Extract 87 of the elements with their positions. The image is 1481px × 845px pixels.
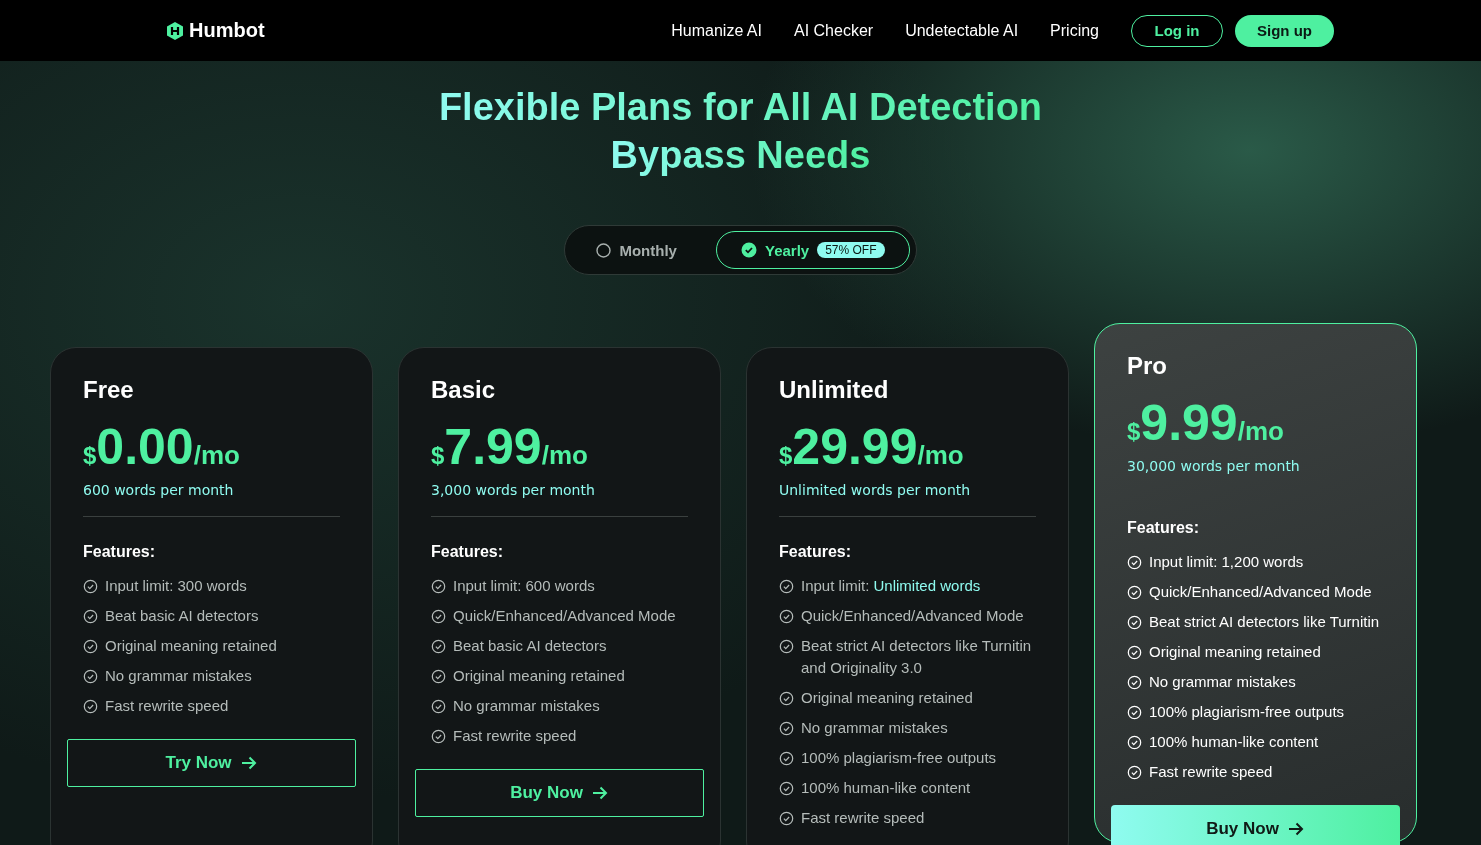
feature-text: Input limit: 600 words <box>453 576 595 596</box>
feature-text: Fast rewrite speed <box>801 808 925 828</box>
arrow-right-icon <box>590 785 609 801</box>
plan-name: Basic <box>431 376 497 404</box>
check-circle-icon <box>779 781 794 796</box>
nav-link[interactable]: Pricing <box>1050 21 1099 40</box>
feature-text: Fast rewrite speed <box>453 726 577 746</box>
check-circle-icon <box>431 639 446 654</box>
check-circle-icon <box>779 751 794 766</box>
check-circle-icon <box>1127 675 1142 690</box>
plan-name: Unlimited <box>779 376 890 404</box>
feature-text: Beat basic AI detectors <box>453 636 607 656</box>
check-circle-icon <box>1127 615 1142 630</box>
feature-text: 100% human-like content <box>801 778 971 798</box>
check-circle-icon <box>431 579 446 594</box>
feature-text: Original meaning retained <box>1149 642 1321 662</box>
feature-text: Original meaning retained <box>453 666 625 686</box>
check-circle-icon <box>1127 585 1142 600</box>
feature-text: Beat strict AI detectors like Turnitin <box>1149 612 1380 632</box>
word-quota: 30,000 words per month <box>1127 458 1301 474</box>
check-circle-icon <box>431 729 446 744</box>
plan-button[interactable]: Buy Now <box>415 769 704 817</box>
check-circle-icon <box>83 669 98 684</box>
feature-text: Beat basic AI detectors <box>105 606 259 626</box>
plan-price: $7.99/mo <box>431 420 588 474</box>
check-circle-icon <box>83 609 98 624</box>
feature-text: Input limit: 1,200 words <box>1149 552 1304 572</box>
feature-text: Quick/Enhanced/Advanced Mode <box>801 606 1024 626</box>
feature-text: No grammar mistakes <box>453 696 600 716</box>
feature-text: 100% plagiarism-free outputs <box>801 748 997 768</box>
plan-price: $9.99/mo <box>1127 396 1284 450</box>
check-circle-icon <box>740 242 757 258</box>
check-circle-icon <box>1127 705 1142 720</box>
feature-text: Input limit: 300 words <box>105 576 247 596</box>
check-circle-icon <box>1127 765 1142 780</box>
features-heading: Features: <box>779 543 853 561</box>
feature-text: No grammar mistakes <box>105 666 252 686</box>
feature-text: Beat strict AI detectors like Turnitin and Originality 3.0 <box>801 636 1033 678</box>
plan-button[interactable]: Buy Now <box>1111 805 1400 845</box>
feature-text: No grammar mistakes <box>801 718 948 738</box>
feature-text: Input limit: Unlimited words <box>801 576 981 596</box>
features-heading: Features: <box>1127 519 1201 537</box>
arrow-right-icon <box>239 755 258 771</box>
check-circle-icon <box>779 691 794 706</box>
features-heading: Features: <box>431 543 505 561</box>
features-heading: Features: <box>83 543 157 561</box>
feature-text: Original meaning retained <box>105 636 277 656</box>
plan-price: $29.99/mo <box>779 420 964 474</box>
plan-name: Pro <box>1127 352 1168 380</box>
signup-button[interactable]: Sign up <box>1235 14 1334 47</box>
arrow-right-icon <box>1286 821 1305 837</box>
feature-text: No grammar mistakes <box>1149 672 1296 692</box>
check-circle-icon <box>431 609 446 624</box>
feature-text: Fast rewrite speed <box>1149 762 1273 782</box>
radio-circle-icon <box>596 242 612 258</box>
check-circle-icon <box>779 609 794 624</box>
billing-option[interactable]: Monthly <box>595 231 702 269</box>
plan-button[interactable]: Try Now <box>67 739 356 787</box>
feature-text: Quick/Enhanced/Advanced Mode <box>1149 582 1372 602</box>
check-circle-icon <box>779 721 794 736</box>
plan-name: Free <box>83 376 135 404</box>
check-circle-icon <box>1127 645 1142 660</box>
check-circle-icon <box>1127 735 1142 750</box>
nav-link[interactable]: Humanize AI <box>671 21 762 40</box>
brand-logo[interactable]: Humbot <box>165 19 265 42</box>
check-circle-icon <box>1127 555 1142 570</box>
check-circle-icon <box>83 579 98 594</box>
check-circle-icon <box>431 669 446 684</box>
check-circle-icon <box>779 579 794 594</box>
feature-text: Original meaning retained <box>801 688 973 708</box>
word-quota: 3,000 words per month <box>431 482 596 498</box>
feature-text: 100% human-like content <box>1149 732 1319 752</box>
word-quota: Unlimited words per month <box>779 482 972 498</box>
discount-badge: 57% OFF <box>817 242 885 258</box>
feature-text: 100% plagiarism-free outputs <box>1149 702 1345 722</box>
feature-text: Quick/Enhanced/Advanced Mode <box>453 606 676 626</box>
check-circle-icon <box>431 699 446 714</box>
word-quota: 600 words per month <box>83 482 235 498</box>
check-circle-icon <box>779 639 794 654</box>
logo-icon <box>165 20 185 41</box>
check-circle-icon <box>779 811 794 826</box>
feature-text: Fast rewrite speed <box>105 696 229 716</box>
plan-price: $0.00/mo <box>83 420 240 474</box>
check-circle-icon <box>83 639 98 654</box>
check-circle-icon <box>83 699 98 714</box>
nav-link[interactable]: Undetectable AI <box>905 21 1019 40</box>
nav-link[interactable]: AI Checker <box>794 21 874 40</box>
